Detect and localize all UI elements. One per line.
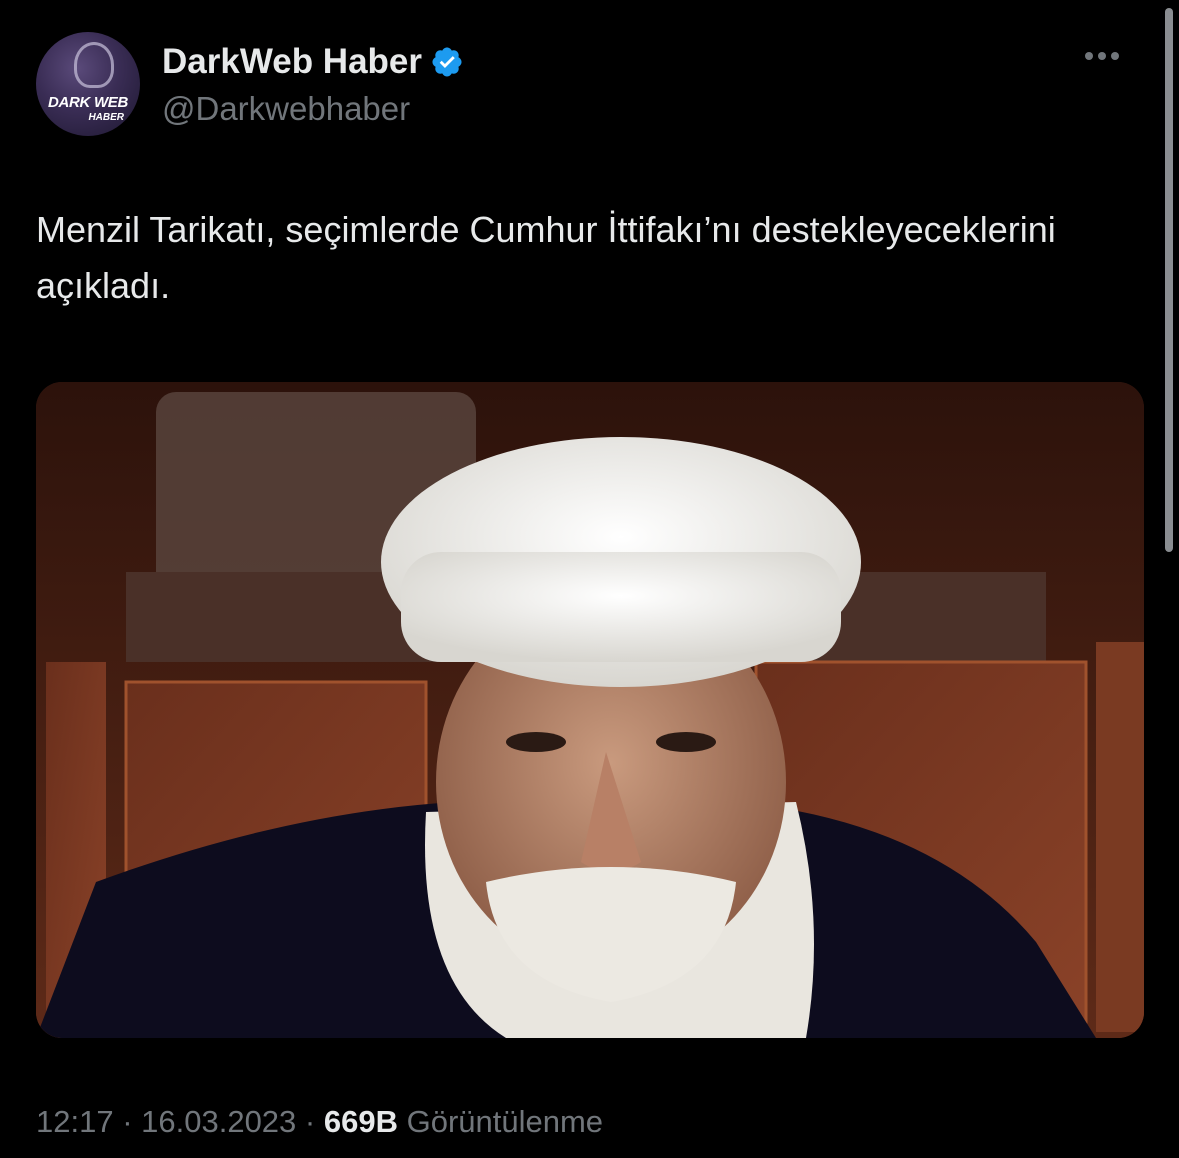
- avatar-logo-subtext: HABER: [88, 112, 124, 123]
- avatar[interactable]: DARK WEB HABER: [36, 32, 140, 136]
- views-count: 669B: [323, 1104, 398, 1139]
- tweet-date[interactable]: 16.03.2023: [141, 1104, 296, 1139]
- display-name[interactable]: DarkWeb Haber: [162, 42, 422, 82]
- author-handle[interactable]: @Darkwebhaber: [162, 90, 410, 128]
- tweet-text: Menzil Tarikatı, seçimlerde Cumhur İttif…: [36, 209, 1056, 306]
- more-dot: [1085, 52, 1093, 60]
- more-dot: [1098, 52, 1106, 60]
- avatar-logo-text: DARK WEB: [47, 94, 129, 111]
- views-label: Görüntülenme: [406, 1104, 604, 1139]
- verified-badge-icon: [432, 47, 462, 77]
- scrollbar[interactable]: [1165, 8, 1173, 552]
- more-horizontal-icon[interactable]: [1085, 52, 1119, 60]
- tweet-time[interactable]: 12:17: [36, 1104, 114, 1139]
- meta-separator: ·: [113, 1104, 142, 1139]
- tweet-header: DARK WEB HABER DarkWeb Haber @Darkwebhab…: [36, 28, 1119, 148]
- tweet-photo[interactable]: [36, 382, 1144, 1038]
- tweet-meta: 12:17 · 16.03.2023 · 669B Görüntülenme: [36, 1104, 603, 1140]
- name-row: DarkWeb Haber: [162, 42, 464, 82]
- meta-separator: ·: [296, 1104, 324, 1139]
- more-dot: [1111, 52, 1119, 60]
- photo-illustration: [36, 382, 1144, 1038]
- avatar-logo-mark: [74, 42, 114, 88]
